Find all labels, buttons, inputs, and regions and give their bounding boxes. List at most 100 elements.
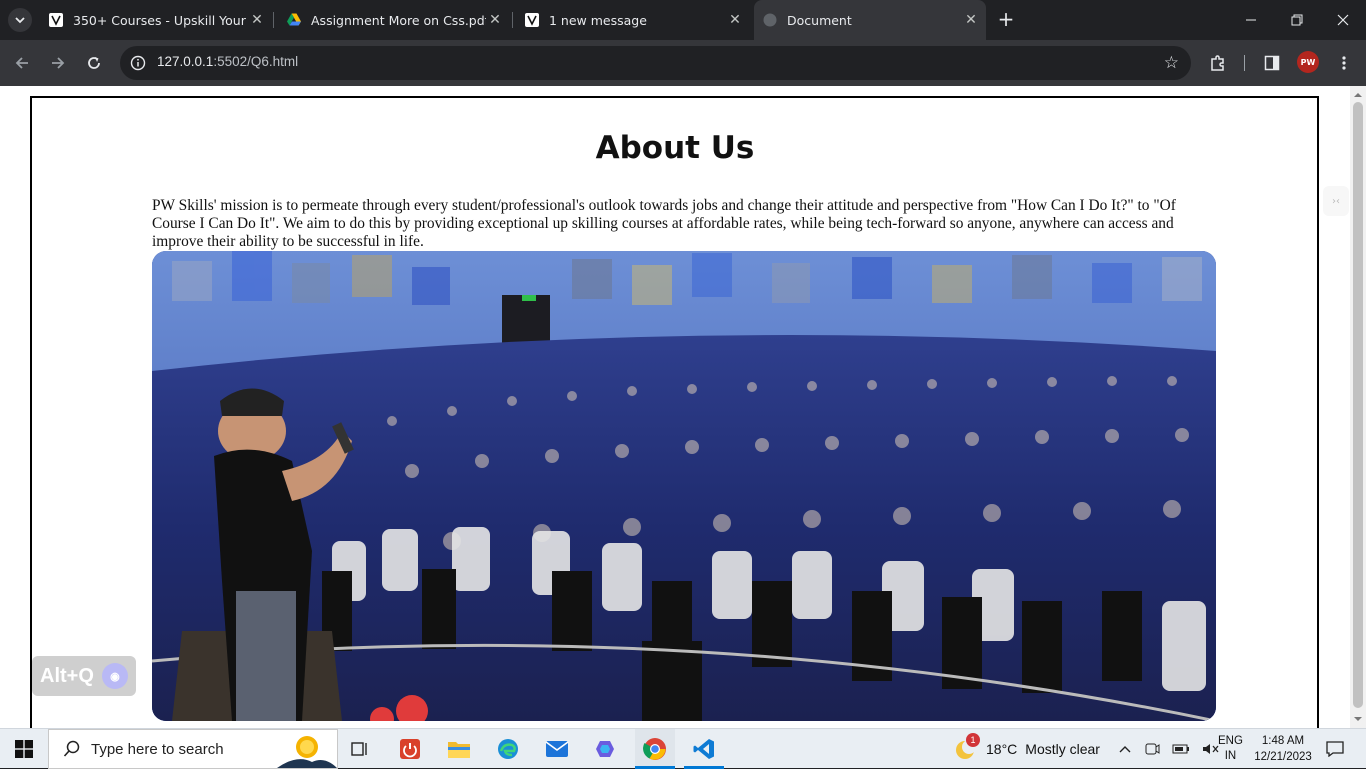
tab-title: 1 new message <box>549 12 647 28</box>
auditorium-image <box>152 251 1216 721</box>
language-indicator[interactable]: ENG IN <box>1218 729 1243 769</box>
weather-notification-badge: 1 <box>966 733 980 747</box>
tab-assignment[interactable]: Assignment More on Css.pdf - G ✕ <box>278 0 510 40</box>
language-code: ENG <box>1218 735 1243 747</box>
region-code: IN <box>1224 750 1237 762</box>
scrollbar-thumb[interactable] <box>1353 102 1363 708</box>
tab-title: Document <box>787 12 852 28</box>
tab-divider <box>512 12 513 28</box>
clock-date: 12/21/2023 <box>1254 751 1312 763</box>
puzzle-icon <box>1211 55 1224 71</box>
search-icon <box>63 740 80 757</box>
reload-icon <box>88 57 100 69</box>
notification-center-button[interactable] <box>1322 729 1348 769</box>
mission-paragraph: PW Skills' mission is to permeate throug… <box>152 197 1176 250</box>
notification-icon <box>1326 741 1344 757</box>
mail-icon <box>545 741 569 757</box>
arrow-right-icon <box>52 57 65 69</box>
search-highlight-icon <box>277 736 337 768</box>
tab-new-message[interactable]: 1 new message ✕ <box>516 0 750 40</box>
auditorium-photo <box>152 251 1216 721</box>
taskbar-vscode[interactable] <box>684 729 724 769</box>
restore-icon <box>1291 14 1303 26</box>
toolbar-divider <box>1244 55 1245 71</box>
weather-moon-icon: 1 <box>954 733 980 761</box>
task-view-icon <box>351 742 367 756</box>
weather-description: Mostly clear <box>1025 741 1100 757</box>
copilot-icon <box>596 741 614 757</box>
new-tab-button[interactable]: + <box>996 9 1016 30</box>
taskbar-file-explorer[interactable] <box>439 729 479 769</box>
windows-taskbar: Type here to search 1 18°C Mostly clear <box>0 728 1366 769</box>
page-title: About Us <box>595 130 755 166</box>
close-tab-icon[interactable]: ✕ <box>726 12 744 28</box>
minimize-icon <box>1246 19 1256 21</box>
edge-browser-icon <box>498 739 518 759</box>
side-panel-icon <box>1264 55 1280 71</box>
pw-skills-icon <box>48 12 64 28</box>
reload-button[interactable] <box>82 51 106 75</box>
close-tab-icon[interactable]: ✕ <box>962 12 980 28</box>
extensions-button[interactable] <box>1206 51 1230 75</box>
weather-temperature: 18°C <box>986 741 1018 757</box>
menu-button[interactable] <box>1332 51 1356 75</box>
alt-q-shortcut-badge[interactable]: Alt+Q ◉ <box>32 656 136 696</box>
globe-icon <box>762 12 778 28</box>
url-path: :5502/Q6.html <box>213 54 299 69</box>
browser-toolbar: 127.0.0.1:5502/Q6.html ☆ PW <box>0 40 1366 86</box>
clock-time: 1:48 AM <box>1261 735 1305 747</box>
vertical-scrollbar[interactable] <box>1350 86 1366 728</box>
task-view-button[interactable] <box>340 729 380 769</box>
pw-skills-icon <box>524 12 540 28</box>
battery-icon[interactable] <box>1172 743 1190 755</box>
tab-document[interactable]: Document ✕ <box>754 0 986 40</box>
chrome-icon <box>643 738 666 760</box>
weather-widget[interactable]: 1 18°C Mostly clear <box>954 729 1100 769</box>
address-bar[interactable]: 127.0.0.1:5502/Q6.html ☆ <box>120 46 1191 80</box>
start-button[interactable] <box>0 729 48 769</box>
chevron-up-icon[interactable] <box>1118 742 1132 756</box>
tab-search-button[interactable] <box>8 8 32 32</box>
taskbar-search-box[interactable]: Type here to search <box>48 729 338 769</box>
side-extension-icon[interactable]: ›‹ <box>1323 186 1349 216</box>
taskbar-edge[interactable] <box>488 729 528 769</box>
tab-strip: 350+ Courses - Upskill Your Ca ✕ Assignm… <box>0 0 1366 40</box>
google-drive-icon <box>286 12 302 28</box>
close-tab-icon[interactable]: ✕ <box>248 12 266 28</box>
shortcut-label: Alt+Q <box>40 664 94 687</box>
scroll-down-arrow-icon[interactable] <box>1350 712 1366 726</box>
tab-divider <box>273 12 274 28</box>
url-text[interactable]: 127.0.0.1:5502/Q6.html <box>157 54 298 69</box>
restore-button[interactable] <box>1274 0 1320 40</box>
windows-logo-icon <box>15 740 33 758</box>
profile-avatar[interactable]: PW <box>1297 51 1319 73</box>
url-host: 127.0.0.1 <box>157 54 214 69</box>
power-app-icon <box>400 739 420 759</box>
page-viewport: About Us PW Skills' mission is to permea… <box>0 86 1366 728</box>
assistant-icon: ◉ <box>101 663 128 689</box>
forward-button[interactable] <box>46 51 70 75</box>
minimize-button[interactable] <box>1228 0 1274 40</box>
meet-now-icon[interactable] <box>1144 741 1160 757</box>
system-tray <box>1118 729 1220 769</box>
vscode-icon <box>693 739 714 759</box>
back-button[interactable] <box>10 51 34 75</box>
close-tab-icon[interactable]: ✕ <box>486 12 504 28</box>
tab-title: 350+ Courses - Upskill Your Ca <box>73 12 248 28</box>
tab-title: Assignment More on Css.pdf - G <box>311 12 486 28</box>
taskbar-mail[interactable] <box>537 729 577 769</box>
taskbar-app-red[interactable] <box>390 729 430 769</box>
tab-courses[interactable]: 350+ Courses - Upskill Your Ca ✕ <box>40 0 272 40</box>
taskbar-chrome[interactable] <box>635 729 675 769</box>
close-window-button[interactable] <box>1320 0 1366 40</box>
side-panel-button[interactable] <box>1260 51 1284 75</box>
scroll-up-arrow-icon[interactable] <box>1350 88 1366 102</box>
clock[interactable]: 1:48 AM 12/21/2023 <box>1250 729 1316 769</box>
arrow-left-icon <box>15 57 28 69</box>
search-placeholder: Type here to search <box>91 740 224 758</box>
bookmark-star-icon[interactable]: ☆ <box>1164 53 1179 73</box>
close-icon <box>1337 14 1349 26</box>
taskbar-copilot[interactable] <box>586 729 626 769</box>
info-icon[interactable] <box>130 55 146 71</box>
kebab-menu-icon <box>1342 56 1346 70</box>
